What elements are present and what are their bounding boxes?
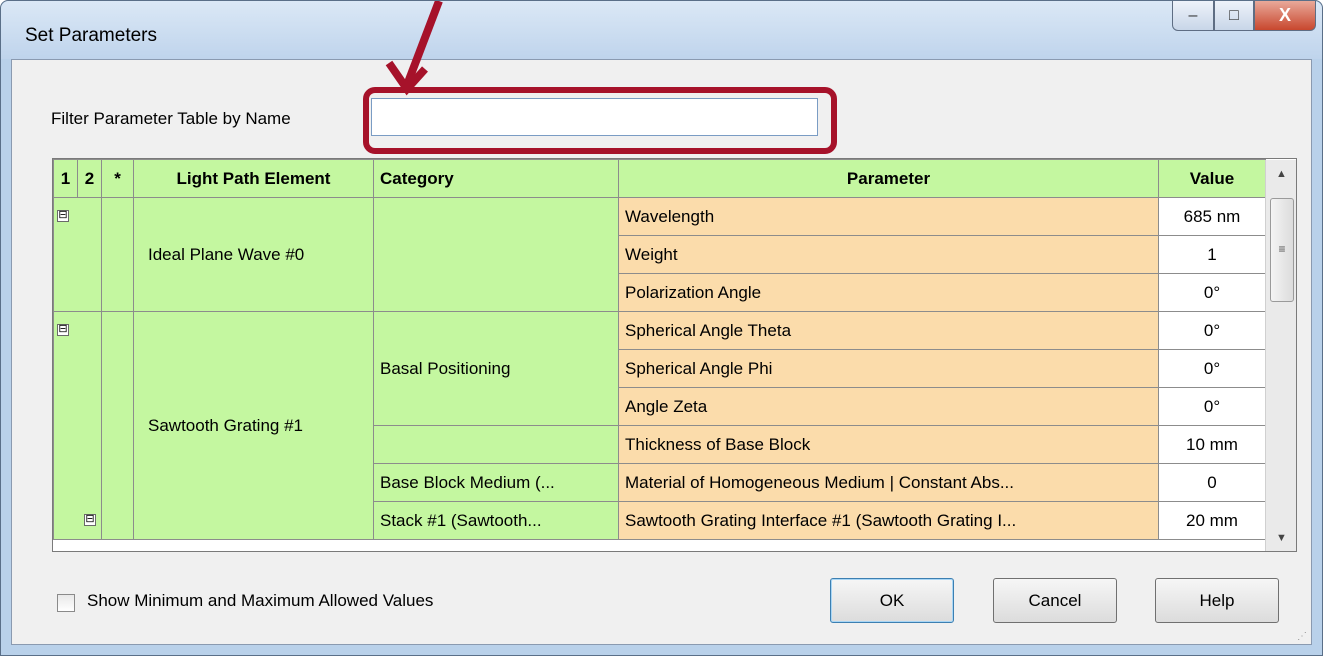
category-cell: Basal Positioning: [373, 311, 619, 426]
parameter-cell: Thickness of Base Block: [618, 425, 1159, 464]
category-cell: Base Block Medium (...: [373, 463, 619, 502]
element-cell: Ideal Plane Wave #0: [133, 197, 374, 312]
value-cell[interactable]: 10 mm: [1158, 425, 1266, 464]
tree-cell: ⊟ ⊟: [53, 311, 102, 540]
value-cell[interactable]: 0°: [1158, 311, 1266, 350]
close-button[interactable]: X: [1254, 1, 1316, 31]
value-cell[interactable]: 1: [1158, 235, 1266, 274]
col-level-1[interactable]: 1: [53, 159, 78, 198]
minimize-button[interactable]: –: [1172, 1, 1214, 31]
category-cell: [373, 197, 619, 312]
parameter-cell: Spherical Angle Phi: [618, 349, 1159, 388]
ok-button[interactable]: OK: [830, 578, 954, 623]
table-row[interactable]: ⊟ ⊟ Sawtooth Grating #1 Basal Positionin…: [53, 311, 1266, 540]
parameter-grid: 1 2 * Light Path Element Category Parame…: [53, 159, 1266, 540]
category-cell: Stack #1 (Sawtooth...: [373, 501, 619, 540]
window-title: Set Parameters: [25, 25, 157, 46]
value-cell[interactable]: 0: [1158, 463, 1266, 502]
title-bar[interactable]: Set Parameters – □ X: [1, 1, 1322, 59]
value-cell[interactable]: 20 mm: [1158, 501, 1266, 540]
col-value[interactable]: Value: [1158, 159, 1266, 198]
value-cell[interactable]: 0°: [1158, 349, 1266, 388]
col-level-star[interactable]: *: [101, 159, 134, 198]
parameter-cell: Weight: [618, 235, 1159, 274]
scroll-down-icon[interactable]: ▼: [1266, 524, 1296, 551]
parameter-cell: Wavelength: [618, 197, 1159, 236]
col-element[interactable]: Light Path Element: [133, 159, 374, 198]
dialog-window: Set Parameters – □ X Filter Parameter Ta…: [0, 0, 1323, 656]
cancel-button[interactable]: Cancel: [993, 578, 1117, 623]
help-button[interactable]: Help: [1155, 578, 1279, 623]
parameter-cell: Angle Zeta: [618, 387, 1159, 426]
header-row: 1 2 * Light Path Element Category Parame…: [53, 159, 1266, 198]
scroll-thumb[interactable]: ≡: [1270, 198, 1294, 302]
col-parameter[interactable]: Parameter: [618, 159, 1159, 198]
star-cell: [101, 197, 134, 312]
filter-label: Filter Parameter Table by Name: [51, 109, 291, 128]
value-cell[interactable]: 0°: [1158, 387, 1266, 426]
scroll-up-icon[interactable]: ▲: [1266, 160, 1296, 188]
maximize-button[interactable]: □: [1214, 1, 1254, 31]
vertical-scrollbar[interactable]: ▲ ≡ ▼: [1265, 160, 1296, 551]
value-cell[interactable]: 685 nm: [1158, 197, 1266, 236]
tree-cell: ⊟: [53, 197, 102, 312]
highlight-frame: [363, 87, 837, 154]
element-cell: Sawtooth Grating #1: [133, 311, 374, 540]
collapse-icon[interactable]: ⊟: [57, 210, 69, 222]
col-category[interactable]: Category: [373, 159, 619, 198]
parameter-cell: Spherical Angle Theta: [618, 311, 1159, 350]
col-level-2[interactable]: 2: [77, 159, 102, 198]
callout-arrow-icon: [385, 1, 443, 96]
star-cell: [101, 311, 134, 540]
min-max-checkbox[interactable]: [57, 594, 75, 612]
table-row[interactable]: ⊟ Ideal Plane Wave #0 Wavelength 685 nm: [53, 197, 1266, 312]
parameter-cell: Polarization Angle: [618, 273, 1159, 312]
value-cell[interactable]: 0°: [1158, 273, 1266, 312]
parameter-table: 1 2 * Light Path Element Category Parame…: [52, 158, 1297, 552]
collapse-icon[interactable]: ⊟: [57, 324, 69, 336]
resize-grip-icon[interactable]: ⋰: [1297, 631, 1307, 642]
collapse-icon[interactable]: ⊟: [84, 514, 96, 526]
min-max-checkbox-label[interactable]: Show Minimum and Maximum Allowed Values: [87, 591, 433, 611]
parameter-cell: Material of Homogeneous Medium | Constan…: [618, 463, 1159, 502]
category-cell: [373, 425, 619, 464]
parameter-cell: Sawtooth Grating Interface #1 (Sawtooth …: [618, 501, 1159, 540]
